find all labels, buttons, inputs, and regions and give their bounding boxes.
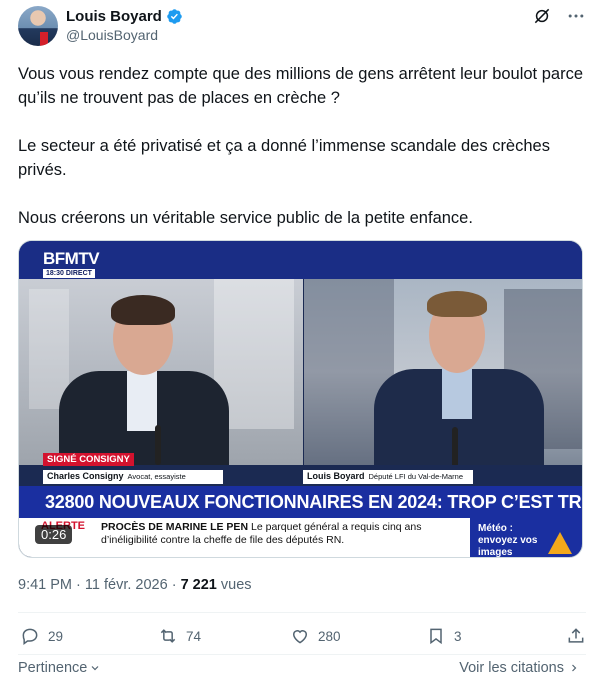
guest-left-title: Avocat, essayiste xyxy=(127,472,186,481)
bookmark-button[interactable]: 3 xyxy=(426,626,462,646)
live-time-badge: 18:30 DIRECT xyxy=(43,269,95,278)
divider xyxy=(18,654,586,655)
channel-logo: BFMTV xyxy=(43,249,100,268)
repost-button[interactable]: 74 xyxy=(158,626,201,646)
video-panel-left xyxy=(19,279,303,465)
meta-separator: · xyxy=(76,577,85,593)
action-bar: 29 74 280 3 xyxy=(18,626,586,648)
view-quotes-label: Voir les citations xyxy=(459,660,564,676)
ticker-bold: PROCÈS DE MARINE LE PEN xyxy=(101,521,249,533)
guest-left-caption: Charles Consigny Avocat, essayiste xyxy=(43,470,223,484)
relevance-label: Pertinence xyxy=(18,660,88,676)
avatar[interactable] xyxy=(18,6,58,46)
tweet-paragraph: Le secteur a été privatisé et ça a donné… xyxy=(18,137,555,179)
reply-count: 29 xyxy=(48,628,64,644)
more-options-icon[interactable] xyxy=(566,6,586,26)
guest-left-name: Charles Consigny xyxy=(47,471,124,481)
views-count: 7 221 xyxy=(180,577,217,593)
share-icon xyxy=(568,628,584,643)
verified-badge-icon xyxy=(167,9,182,24)
headline-bar: 32800 NOUVEAUX FONCTIONNAIRES EN 2024: T… xyxy=(19,486,582,518)
tweet-date[interactable]: 11 févr. 2026 xyxy=(85,577,168,593)
video-player[interactable]: BFMTV 18:30 DIRECT SIGNÉ CONSIGNY Charle… xyxy=(18,240,583,558)
guest-right-caption: Louis Boyard Député LFI du Val-de-Marne xyxy=(303,470,473,484)
bookmark-icon xyxy=(430,628,442,645)
repost-count: 74 xyxy=(186,628,202,644)
tweet-time[interactable]: 9:41 PM xyxy=(18,577,72,593)
divider xyxy=(18,612,586,613)
header-actions xyxy=(532,6,586,26)
meteo-box: Météo : envoyez vos images xyxy=(470,518,582,558)
guest-right-title: Député LFI du Val-de-Marne xyxy=(368,472,464,481)
warning-sign-icon xyxy=(548,532,572,554)
author-name[interactable]: Louis Boyard xyxy=(66,8,162,25)
like-count: 280 xyxy=(318,628,341,644)
tweet-meta: 9:41 PM · 11 févr. 2026 · 7 221 vues xyxy=(18,577,252,593)
bookmark-count: 3 xyxy=(454,628,462,644)
reply-icon xyxy=(22,628,38,645)
author-handle[interactable]: @LouisBoyard xyxy=(66,27,158,43)
chevron-down-icon xyxy=(91,666,99,671)
tweet-header: Louis Boyard @LouisBoyard xyxy=(18,6,586,48)
channel-banner: BFMTV 18:30 DIRECT xyxy=(19,241,582,279)
tweet-paragraph: Vous vous rendez compte que des millions… xyxy=(18,65,588,107)
tweet-paragraph: Nous créerons un véritable service publi… xyxy=(18,209,473,227)
reply-button[interactable]: 29 xyxy=(20,626,63,646)
video-duration: 0:26 xyxy=(35,525,73,544)
chevron-right-icon xyxy=(572,664,577,672)
video-panel-right xyxy=(304,279,582,465)
relevance-sort[interactable]: Pertinence xyxy=(18,660,101,676)
meteo-text: Météo : envoyez vos images xyxy=(478,523,538,558)
segment-tag: SIGNÉ CONSIGNY xyxy=(43,453,134,466)
repost-icon xyxy=(160,629,176,643)
view-quotes-link[interactable]: Voir les citations xyxy=(459,660,580,676)
share-button[interactable] xyxy=(566,626,586,646)
guest-right-name: Louis Boyard xyxy=(307,471,365,481)
like-button[interactable]: 280 xyxy=(290,626,341,646)
author-name-row: Louis Boyard xyxy=(66,8,183,25)
tweet-text: Vous vous rendez compte que des millions… xyxy=(18,62,588,254)
ticker-text: PROCÈS DE MARINE LE PEN Le parquet généra… xyxy=(101,521,471,547)
meta-separator: · xyxy=(171,577,181,593)
views-label: vues xyxy=(220,577,252,593)
news-ticker: ALERTE PROCÈS DE MARINE LE PENLe parquet… xyxy=(19,518,582,558)
heart-icon xyxy=(292,630,308,644)
grok-icon[interactable] xyxy=(532,6,552,26)
